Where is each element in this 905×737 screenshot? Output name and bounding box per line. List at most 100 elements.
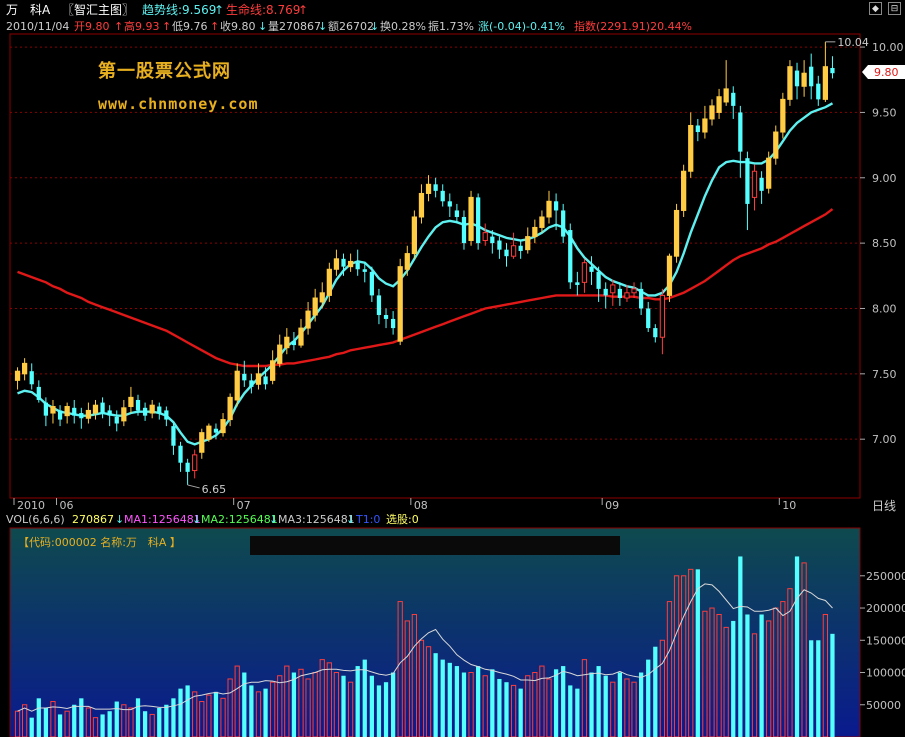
candle-body [603, 288, 608, 296]
date: 2010/11/04 [6, 20, 69, 33]
candle-body [397, 266, 403, 342]
candle-body [447, 201, 452, 207]
candle-body [72, 407, 77, 416]
candle-body [801, 72, 807, 87]
header-row-1: 万 科A 〖智汇主图〗 趋势线:9.569 ↑ 生命线:8.769 ↑ [6, 2, 308, 17]
pick-value: 选股:0 [386, 513, 419, 526]
candle-body [673, 209, 680, 257]
candle-body [135, 399, 141, 411]
volume-bar [369, 675, 374, 737]
candle-body [688, 124, 694, 172]
candle-body [355, 262, 360, 270]
time-tick-label: 08 [414, 499, 428, 512]
life-arrow: ↑ [298, 3, 308, 17]
candle-body [433, 184, 438, 191]
price-tick-label: 9.00 [872, 172, 897, 185]
trend-label: 趋势线:9.569 [142, 3, 216, 17]
volume-bar [135, 698, 141, 737]
candle-body [157, 406, 162, 414]
candle-body [227, 396, 233, 421]
candle-body [731, 92, 736, 106]
candle-body [518, 245, 523, 251]
volume-bar [589, 672, 594, 737]
candle-body [29, 371, 34, 385]
open-arrow: ↑ [114, 20, 123, 33]
candle-body [482, 232, 488, 242]
volume-bar [242, 672, 247, 737]
candle-body [497, 240, 502, 250]
candle-body [192, 454, 198, 472]
price-tick-label: 7.50 [872, 368, 897, 381]
candle-body [639, 288, 644, 309]
volume-bar [454, 666, 460, 737]
candle-body [653, 328, 658, 338]
volume-bar [461, 672, 467, 737]
candle-body [64, 406, 70, 417]
watermark: 第一股票公式网 www.chnmoney.com [98, 56, 259, 120]
vol-arrow: ↓ [115, 513, 124, 526]
candle-body [525, 236, 531, 251]
life-line [17, 208, 834, 368]
window-toggle-icon[interactable]: ⊟ [888, 2, 901, 15]
volume-bar [639, 672, 644, 737]
watermark-title: 第一股票公式网 [98, 61, 231, 82]
high-value: 高9.93 [124, 19, 160, 33]
candle-body [149, 404, 155, 414]
volume-bar [383, 682, 389, 737]
volume-bar [291, 672, 297, 737]
candle-body [107, 410, 112, 416]
period-label[interactable]: 日线 [872, 499, 896, 513]
candle-body [575, 282, 580, 285]
vol-tick-label: 150000 [866, 634, 905, 647]
candle-body [114, 416, 119, 424]
candle-body [92, 404, 99, 414]
volume-bar [568, 685, 573, 737]
vol-tick-label: 250000 [866, 570, 905, 583]
candle-body [298, 327, 304, 346]
vol-name: VOL(6,6,6) [6, 513, 65, 526]
candle-body [681, 170, 687, 211]
corner-buttons: ◆ ⊟ [869, 2, 901, 15]
price-axis: 10.00 9.50 9.00 8.50 8.00 7.50 7.00 [860, 41, 904, 446]
volume-bar [157, 707, 162, 737]
volume-bar [731, 620, 736, 737]
candle-body [476, 197, 481, 244]
volume-bar [653, 646, 658, 737]
candle-body [376, 295, 382, 316]
candle-body [454, 210, 460, 217]
candle-body [411, 216, 417, 255]
high-annotation: 10.04 [837, 36, 869, 49]
volume-value: 量270867 [268, 20, 321, 33]
volume-bar [57, 714, 63, 737]
candle-body [128, 396, 134, 408]
candle-body [787, 66, 793, 100]
candle-body [270, 360, 276, 381]
volume-header: VOL(6,6,6) 270867 ↓ MA1:1256481 ↓ MA2:12… [6, 513, 419, 526]
candle-body [213, 428, 219, 433]
candle-body [539, 216, 545, 228]
candle-body [631, 288, 637, 294]
price-tick-label: 9.50 [872, 106, 897, 119]
time-tick-label: 10 [782, 499, 796, 512]
volume-axis: 250000 200000 150000 100000 50000 [860, 570, 905, 712]
price-tick-label: 8.00 [872, 302, 897, 315]
diamond-icon[interactable]: ◆ [869, 2, 882, 15]
price-tick-label: 10.00 [872, 41, 904, 54]
volume-bar [490, 669, 495, 737]
candle-body [284, 336, 290, 349]
candle-body [624, 292, 630, 299]
candle-body [553, 201, 559, 211]
candle-body [164, 410, 169, 420]
close-value: 收9.80 [220, 19, 256, 33]
candle-body [759, 177, 764, 191]
ma3-value: MA3:1256481 [278, 513, 355, 526]
candle-body [100, 402, 105, 414]
volume-bar [142, 711, 148, 737]
header-row-2: 2010/11/04 开9.80 ↑ 高9.93 ↑ 低9.76 ↑ 收9.80… [6, 19, 692, 33]
volume-bar [575, 688, 580, 737]
candle-body [50, 406, 56, 414]
open-value: 开9.80 [74, 20, 110, 33]
volume-bar [185, 685, 190, 737]
candle-body [610, 284, 616, 294]
candle-body [277, 344, 283, 364]
